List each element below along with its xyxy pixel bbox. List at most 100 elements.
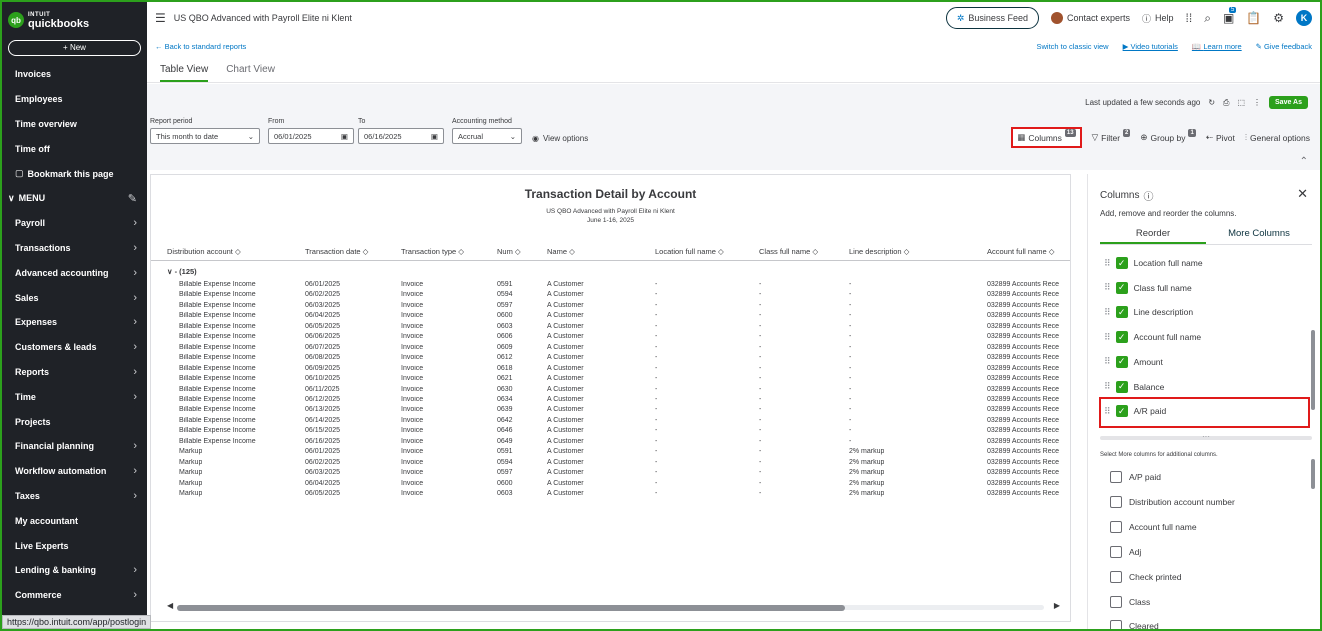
table-row[interactable]: Markup 06/01/2025 Invoice 0591 A Customer - - 2… — [151, 448, 1070, 458]
apps-grid-icon[interactable]: ⁞⁞ — [1186, 11, 1193, 25]
column-header[interactable]: Location full name ◇ — [655, 247, 724, 256]
user-avatar[interactable]: K — [1296, 10, 1312, 26]
switch-classic-link[interactable]: Switch to classic view — [1037, 42, 1109, 51]
sidebar-item[interactable]: Live Experts — [2, 533, 147, 558]
reorder-column-item[interactable]: ⠿ ✓ Amount — [1104, 354, 1163, 370]
sidebar-item[interactable]: ∨ MENU ✎ — [2, 186, 147, 211]
help-button[interactable]: ⓘ Help — [1142, 12, 1174, 25]
reorder-column-item[interactable]: ⠿ ✓ Account full name — [1104, 329, 1201, 345]
sidebar-item[interactable]: ▢ Bookmark this page — [2, 161, 147, 186]
scroll-thumb[interactable] — [177, 605, 845, 611]
notifications-icon[interactable]: ▣ 5 — [1223, 7, 1237, 25]
drag-handle-icon[interactable]: ⠿ — [1104, 381, 1111, 392]
table-row[interactable]: Billable Expense Income 06/14/2025 Invoice… — [151, 417, 1070, 427]
sidebar-item[interactable]: Lending & banking › — [2, 558, 147, 583]
horizontal-scrollbar[interactable]: ◀ ▶ — [167, 601, 1060, 611]
sidebar-item[interactable]: Time › — [2, 384, 147, 409]
sidebar-item[interactable]: Sales › — [2, 285, 147, 310]
table-row[interactable]: Billable Expense Income 06/04/2025 Invoice… — [151, 312, 1070, 322]
table-row[interactable]: Billable Expense Income 06/15/2025 Invoice… — [151, 427, 1070, 437]
checkbox-checked[interactable]: ✓ — [1115, 380, 1128, 393]
more-column-item[interactable]: Distribution account number — [1110, 495, 1235, 509]
drag-handle-icon[interactable]: ⠿ — [1104, 332, 1111, 343]
reorder-column-item[interactable]: ⠿ ✓ Class full name — [1104, 280, 1192, 296]
to-date-input[interactable]: 06/16/2025 ▣ — [358, 128, 444, 144]
more-options-icon[interactable]: ⋮ — [1253, 98, 1261, 107]
drag-handle-icon[interactable]: ⠿ — [1104, 282, 1111, 293]
table-row[interactable]: Billable Expense Income 06/16/2025 Invoice… — [151, 438, 1070, 448]
sidebar-item[interactable]: My accountant — [2, 508, 147, 533]
checkbox-unchecked[interactable] — [1110, 520, 1122, 533]
gear-icon[interactable]: ⚙ — [1273, 11, 1284, 25]
checkbox-checked[interactable]: ✓ — [1115, 281, 1128, 294]
save-as-button[interactable]: Save As — [1269, 96, 1308, 109]
new-button[interactable]: + New — [8, 40, 141, 56]
checkbox-checked[interactable]: ✓ — [1115, 257, 1128, 269]
sidebar-item[interactable]: Expenses › — [2, 310, 147, 335]
column-header[interactable]: Transaction type ◇ — [401, 247, 464, 256]
search-icon[interactable]: ⌕ — [1204, 11, 1211, 26]
checkbox-unchecked[interactable] — [1110, 620, 1122, 629]
checkbox-unchecked[interactable] — [1110, 495, 1122, 508]
reorder-column-item[interactable]: ⠿ ✓ A/R paid — [1104, 403, 1166, 419]
resize-divider[interactable]: ··· — [1100, 433, 1312, 441]
column-header[interactable]: Name ◇ — [547, 247, 575, 256]
checkbox-checked[interactable]: ✓ — [1115, 355, 1128, 368]
column-header[interactable]: Distribution account ◇ — [167, 247, 241, 256]
group-row[interactable]: ∨ - (125) — [167, 267, 197, 276]
sidebar-item[interactable]: Commerce › — [2, 583, 147, 608]
sidebar-item[interactable]: Employees — [2, 87, 147, 112]
table-row[interactable]: Billable Expense Income 06/02/2025 Invoice… — [151, 291, 1070, 301]
close-icon[interactable]: ✕ — [1297, 186, 1308, 202]
checkbox-unchecked[interactable] — [1110, 545, 1122, 558]
tab-more-columns[interactable]: More Columns — [1206, 224, 1312, 244]
reorder-scrollbar[interactable] — [1310, 250, 1316, 425]
drag-handle-icon[interactable]: ⠿ — [1104, 258, 1111, 269]
checkbox-unchecked[interactable] — [1110, 570, 1122, 583]
quickbooks-logo[interactable]: qb INTUIT quickbooks — [2, 2, 147, 38]
drag-handle-icon[interactable]: ⠿ — [1104, 356, 1111, 367]
tab-chart-view[interactable]: Chart View — [226, 60, 275, 82]
sidebar-item[interactable]: Advanced accounting › — [2, 260, 147, 285]
checkbox-checked[interactable]: ✓ — [1115, 306, 1128, 319]
table-row[interactable]: Billable Expense Income 06/03/2025 Invoice… — [151, 302, 1070, 312]
sidebar-item[interactable]: Financial planning › — [2, 434, 147, 459]
sidebar-item[interactable]: Invoices — [2, 62, 147, 87]
table-row[interactable]: Billable Expense Income 06/12/2025 Invoice… — [151, 396, 1070, 406]
filter-button[interactable]: ▽ Filter 2 — [1092, 128, 1131, 143]
column-header[interactable]: Transaction date ◇ — [305, 247, 368, 256]
back-to-reports-link[interactable]: ← Back to standard reports — [155, 42, 246, 51]
more-columns-scroll-thumb[interactable] — [1311, 459, 1315, 489]
export-icon[interactable]: ⬚ — [1237, 98, 1245, 107]
from-date-input[interactable]: 06/01/2025 ▣ — [268, 128, 354, 144]
reorder-column-item[interactable]: ⠿ ✓ Location full name — [1104, 255, 1203, 271]
table-row[interactable]: Billable Expense Income 06/07/2025 Invoice… — [151, 344, 1070, 354]
checkbox-unchecked[interactable] — [1110, 471, 1122, 483]
more-column-item[interactable]: Class — [1110, 595, 1150, 609]
sidebar-item[interactable]: Customers & leads › — [2, 335, 147, 360]
collapse-menu-icon[interactable]: ☰ — [155, 11, 166, 25]
sidebar-item[interactable]: Transactions › — [2, 236, 147, 261]
clipboard-icon[interactable]: 📋 — [1246, 11, 1261, 25]
tab-reorder[interactable]: Reorder — [1100, 224, 1206, 244]
video-tutorials-link[interactable]: ▶ Video tutorials — [1123, 42, 1178, 51]
more-column-item[interactable]: Cleared — [1110, 619, 1159, 629]
scroll-right-icon[interactable]: ▶ — [1054, 601, 1060, 610]
group-by-button[interactable]: ⊕ Group by 1 — [1140, 128, 1196, 143]
more-column-item[interactable]: A/P paid — [1110, 470, 1161, 484]
checkbox-checked[interactable]: ✓ — [1115, 331, 1128, 344]
calendar-icon[interactable]: ▣ — [341, 132, 348, 141]
sidebar-item[interactable]: Time overview — [2, 112, 147, 137]
calendar-icon[interactable]: ▣ — [431, 132, 438, 141]
column-header[interactable]: Class full name ◇ — [759, 247, 818, 256]
columns-button[interactable]: ▦ Columns 13 — [1011, 127, 1082, 148]
table-row[interactable]: Billable Expense Income 06/05/2025 Invoice… — [151, 323, 1070, 333]
scroll-left-icon[interactable]: ◀ — [167, 601, 173, 610]
column-header[interactable]: Num ◇ — [497, 247, 521, 256]
checkbox-unchecked[interactable] — [1110, 595, 1122, 608]
drag-handle-icon[interactable]: ⠿ — [1104, 307, 1111, 318]
reorder-column-item[interactable]: ⠿ ✓ Balance — [1104, 379, 1164, 395]
column-header[interactable]: Line description ◇ — [849, 247, 909, 256]
column-header[interactable]: Account full name ◇ — [987, 247, 1054, 256]
table-row[interactable]: Billable Expense Income 06/11/2025 Invoice… — [151, 386, 1070, 396]
